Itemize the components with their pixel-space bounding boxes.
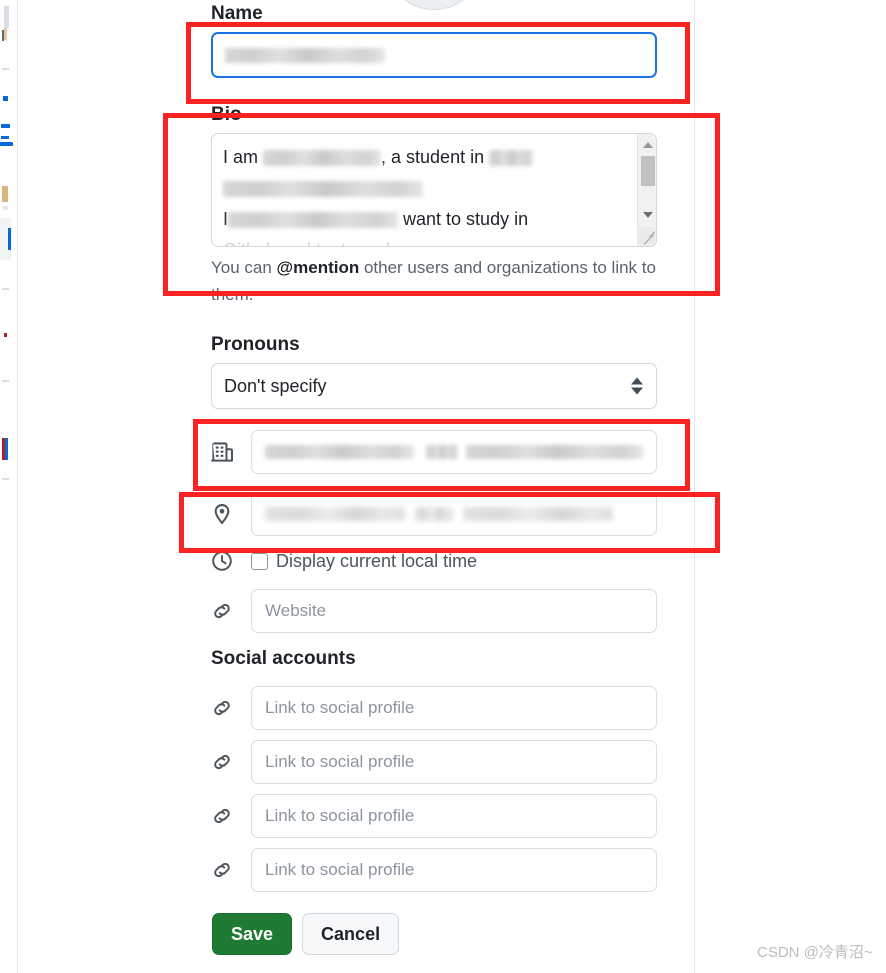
location-input[interactable] [251, 492, 657, 536]
link-icon [211, 805, 251, 827]
company-field-row [211, 430, 663, 474]
pronouns-label: Pronouns [211, 334, 300, 355]
scroll-down-icon[interactable] [638, 206, 656, 224]
redacted-name-value [225, 47, 385, 63]
local-time-checkbox-group[interactable]: Display current local time [251, 551, 663, 572]
local-time-checkbox[interactable] [251, 552, 268, 570]
organization-icon [211, 441, 251, 463]
screenshot-root: Name Bio I am , a student in I want to s… [0, 0, 886, 973]
social-field-row-1: Link to social profile [211, 686, 663, 730]
social-placeholder-2: Link to social profile [265, 752, 415, 771]
column-divider [694, 0, 695, 973]
resize-grip-icon[interactable] [637, 227, 655, 245]
location-field-row [211, 492, 663, 536]
left-scrap [5, 438, 8, 460]
save-button[interactable]: Save [212, 913, 293, 955]
social-field-row-4: Link to social profile [211, 848, 663, 892]
pronouns-field-group: Pronouns Don't specify [211, 333, 657, 409]
left-scrap [2, 68, 9, 70]
left-scrap [1, 124, 10, 128]
left-scrap [4, 6, 9, 28]
left-scrap [1, 136, 9, 139]
left-scrap [3, 96, 8, 101]
name-label: Name [211, 3, 263, 24]
left-scrap [2, 30, 4, 41]
website-input[interactable]: Website [251, 589, 657, 633]
cancel-button[interactable]: Cancel [302, 913, 400, 955]
left-scrap [2, 288, 9, 290]
social-field-row-3: Link to social profile [211, 794, 663, 838]
csdn-watermark: CSDN @冷青沼~ [757, 944, 873, 961]
social-input-4[interactable]: Link to social profile [251, 848, 657, 892]
link-icon [211, 697, 251, 719]
pronouns-selected-value: Don't specify [224, 375, 327, 396]
social-input-3[interactable]: Link to social profile [251, 794, 657, 838]
social-placeholder-3: Link to social profile [265, 806, 415, 825]
left-scrap [0, 142, 13, 146]
link-icon [211, 600, 251, 622]
bio-text-content: I am , a student in I want to study in G… [223, 142, 631, 246]
bio-field-group: Bio I am , a student in I want to study … [211, 103, 657, 308]
social-accounts-title: Social accounts [211, 648, 356, 669]
social-input-2[interactable]: Link to social profile [251, 740, 657, 784]
left-scrap [4, 28, 7, 40]
left-scrap [8, 228, 11, 250]
mention-keyword: @mention [276, 258, 360, 277]
left-scrap [2, 186, 8, 202]
website-field-row: Website [211, 589, 663, 633]
bio-textarea[interactable]: I am , a student in I want to study in G… [211, 133, 657, 247]
social-field-row-2: Link to social profile [211, 740, 663, 784]
bio-line: I am , a student in [223, 142, 631, 173]
scroll-up-icon[interactable] [638, 136, 656, 154]
scrollbar-thumb[interactable] [641, 156, 655, 186]
link-icon [211, 751, 251, 773]
form-actions: Save Cancel [212, 913, 400, 955]
left-scrap [3, 206, 8, 210]
select-updown-icon [631, 377, 643, 395]
bio-line [223, 173, 631, 204]
link-icon [211, 859, 251, 881]
clock-icon [211, 550, 251, 572]
left-scrap [4, 333, 7, 337]
location-pin-icon [211, 503, 251, 525]
bio-label: Bio [211, 104, 242, 125]
left-scrap [2, 478, 9, 480]
bio-help-prefix: You can [211, 258, 277, 277]
bio-help-text: You can @mention other users and organiz… [211, 254, 657, 308]
local-time-label: Display current local time [276, 550, 478, 571]
local-time-row: Display current local time [211, 550, 663, 572]
bio-line: I want to study in [223, 209, 529, 229]
social-input-1[interactable]: Link to social profile [251, 686, 657, 730]
pronouns-select[interactable]: Don't specify [211, 363, 657, 409]
name-field-group: Name [211, 2, 657, 78]
company-input[interactable] [251, 430, 657, 474]
bio-line: Github and try to make [223, 235, 631, 246]
left-gutter-rule [17, 0, 18, 973]
name-input[interactable] [211, 32, 657, 78]
social-placeholder-1: Link to social profile [265, 698, 415, 717]
left-scrap [2, 380, 9, 382]
website-placeholder: Website [265, 601, 327, 620]
social-placeholder-4: Link to social profile [265, 860, 415, 879]
